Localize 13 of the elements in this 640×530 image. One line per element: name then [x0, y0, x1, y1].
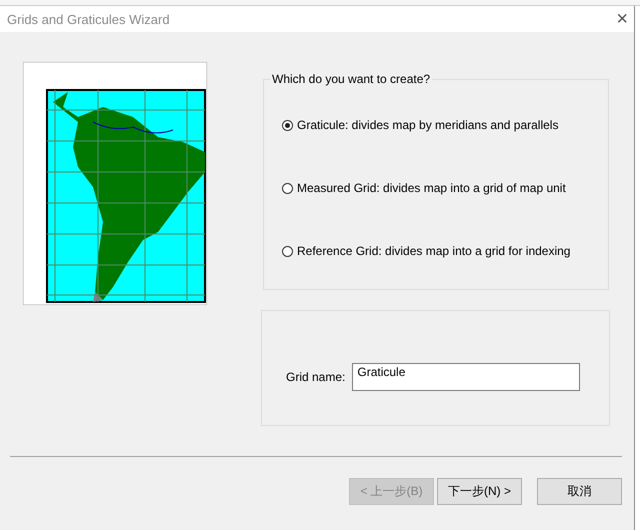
grid-name-field[interactable]: Graticule [352, 363, 580, 391]
field-label: Grid name: [286, 370, 346, 384]
radio-icon[interactable] [282, 120, 293, 130]
wizard-button[interactable]: 取消 [537, 478, 622, 505]
radio-icon[interactable] [282, 246, 293, 256]
wizard-button[interactable]: 下一步(N) > [437, 478, 522, 505]
window-title: Grids and Graticules Wizard [7, 12, 170, 26]
radio-option[interactable]: Measured Grid: divides map into a grid of map unit [282, 181, 608, 195]
radio-option[interactable]: Graticule: divides map by meridians and parallels [282, 118, 608, 132]
group-legend: Which do you want to create? [270, 72, 432, 86]
close-button[interactable]: × [616, 8, 628, 30]
radio-option[interactable]: Reference Grid: divides map into a grid for indexing [282, 244, 608, 258]
radio-icon[interactable] [282, 182, 293, 194]
